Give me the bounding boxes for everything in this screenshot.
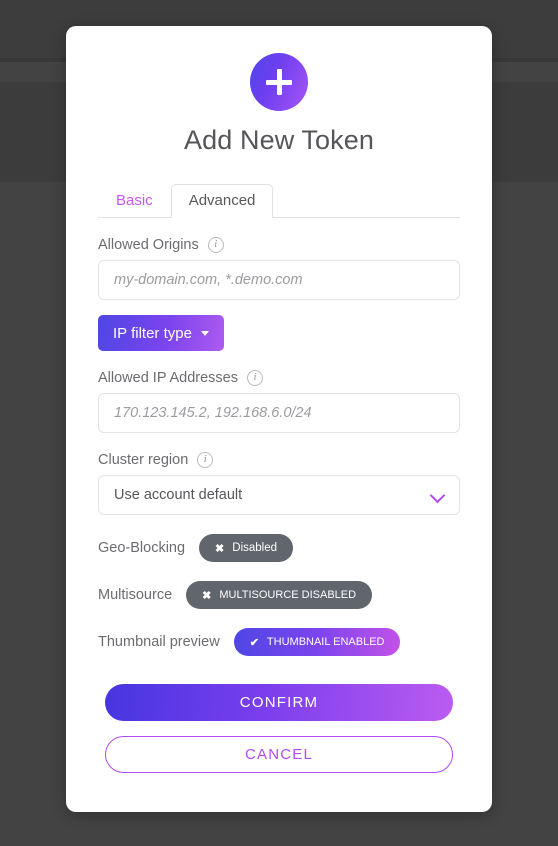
confirm-button[interactable]: CONFIRM <box>105 684 453 721</box>
dialog-actions: CONFIRM CANCEL <box>98 684 460 773</box>
thumbnail-preview-pill-label: THUMBNAIL ENABLED <box>266 636 385 648</box>
thumbnail-preview-label: Thumbnail preview <box>98 634 220 650</box>
multisource-toggle-pill[interactable]: ✖ MULTISOURCE DISABLED <box>186 581 373 609</box>
thumbnail-preview-toggle-pill[interactable]: ✔ THUMBNAIL ENABLED <box>233 628 401 656</box>
cluster-region-select[interactable]: Use account default <box>98 475 460 515</box>
cluster-region-label-row: Cluster region i <box>98 452 460 468</box>
caret-down-icon <box>200 330 209 336</box>
plus-icon <box>250 53 308 111</box>
dialog-title: Add New Token <box>184 125 374 155</box>
geo-blocking-pill-label: Disabled <box>232 542 278 554</box>
allowed-origins-input[interactable] <box>98 260 460 300</box>
tab-bar: Basic Advanced <box>98 182 460 218</box>
thumbnail-preview-row: Thumbnail preview ✔ THUMBNAIL ENABLED <box>98 628 460 656</box>
allowed-origins-label-row: Allowed Origins i <box>98 237 460 253</box>
cancel-button[interactable]: CANCEL <box>105 736 453 773</box>
multisource-label: Multisource <box>98 587 173 603</box>
add-new-token-dialog: Add New Token Basic Advanced Allowed Ori… <box>66 26 492 812</box>
multisource-pill-label: MULTISOURCE DISABLED <box>219 589 357 601</box>
info-icon[interactable]: i <box>207 237 224 253</box>
tab-advanced[interactable]: Advanced <box>170 184 274 218</box>
allowed-ip-addresses-label: Allowed IP Addresses <box>98 370 238 386</box>
tab-basic[interactable]: Basic <box>98 184 171 217</box>
cluster-region-label: Cluster region <box>98 452 189 468</box>
allowed-ip-addresses-label-row: Allowed IP Addresses i <box>98 370 460 386</box>
allowed-ip-addresses-input[interactable] <box>98 393 460 433</box>
multisource-row: Multisource ✖ MULTISOURCE DISABLED <box>98 581 460 609</box>
geo-blocking-row: Geo-Blocking ✖ Disabled <box>98 534 460 562</box>
cluster-region-select-wrapper: Use account default <box>98 475 460 515</box>
cross-icon: ✖ <box>215 542 225 555</box>
check-icon: ✔ <box>249 636 259 649</box>
geo-blocking-label: Geo-Blocking <box>98 540 186 556</box>
plus-icon-vertical-bar <box>276 69 282 95</box>
ip-filter-type-label: IP filter type <box>113 324 192 342</box>
allowed-origins-label: Allowed Origins <box>98 237 199 253</box>
geo-blocking-toggle-pill[interactable]: ✖ Disabled <box>199 534 294 562</box>
ip-filter-type-dropdown[interactable]: IP filter type <box>98 315 224 351</box>
info-icon[interactable]: i <box>246 370 263 386</box>
info-icon[interactable]: i <box>197 452 214 468</box>
cross-icon: ✖ <box>202 589 212 602</box>
